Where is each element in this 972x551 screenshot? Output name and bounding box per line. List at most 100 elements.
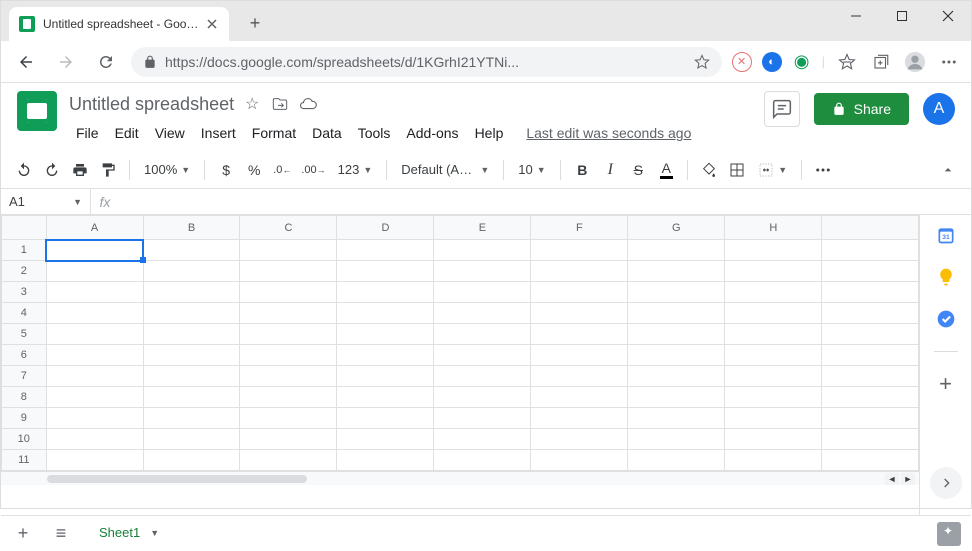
star-icon[interactable]: ☆ bbox=[242, 94, 262, 114]
account-avatar[interactable]: A bbox=[923, 93, 955, 125]
cell[interactable] bbox=[531, 387, 628, 408]
column-header[interactable]: C bbox=[240, 216, 337, 240]
cell[interactable] bbox=[240, 366, 337, 387]
back-button[interactable] bbox=[11, 47, 41, 77]
cell[interactable] bbox=[822, 345, 919, 366]
cell[interactable] bbox=[434, 408, 531, 429]
cell[interactable] bbox=[337, 240, 434, 261]
cell[interactable] bbox=[822, 240, 919, 261]
column-header[interactable]: E bbox=[434, 216, 531, 240]
comments-button[interactable] bbox=[764, 91, 800, 127]
cell[interactable] bbox=[143, 324, 240, 345]
browser-tab[interactable]: Untitled spreadsheet - Google Sh bbox=[9, 7, 229, 41]
cell[interactable] bbox=[822, 387, 919, 408]
zoom-select[interactable]: 100%▼ bbox=[138, 162, 196, 177]
column-header[interactable]: D bbox=[337, 216, 434, 240]
cell[interactable] bbox=[240, 324, 337, 345]
extension-blue-icon[interactable]: ◐ bbox=[762, 52, 782, 72]
cell[interactable] bbox=[337, 345, 434, 366]
cell[interactable] bbox=[337, 387, 434, 408]
profile-button[interactable] bbox=[903, 50, 927, 74]
cell[interactable] bbox=[434, 240, 531, 261]
row-header[interactable]: 3 bbox=[2, 282, 47, 303]
borders-button[interactable] bbox=[724, 157, 750, 183]
cell[interactable] bbox=[337, 303, 434, 324]
redo-button[interactable] bbox=[39, 157, 65, 183]
cell[interactable] bbox=[240, 408, 337, 429]
scroll-right-button[interactable]: ► bbox=[901, 473, 915, 485]
name-box[interactable]: A1▼ bbox=[1, 189, 91, 214]
cell[interactable] bbox=[434, 324, 531, 345]
menu-data[interactable]: Data bbox=[305, 121, 349, 145]
sheet-tab-active[interactable]: Sheet1 ▼ bbox=[87, 519, 171, 548]
chevron-down-icon[interactable]: ▼ bbox=[150, 528, 159, 538]
cell[interactable] bbox=[46, 282, 143, 303]
cell[interactable] bbox=[725, 303, 822, 324]
currency-button[interactable]: $ bbox=[213, 157, 239, 183]
cell[interactable] bbox=[531, 450, 628, 471]
collapse-toolbar-button[interactable] bbox=[935, 157, 961, 183]
get-addons-button[interactable]: + bbox=[936, 374, 956, 394]
cell[interactable] bbox=[725, 345, 822, 366]
cell[interactable] bbox=[434, 261, 531, 282]
collections-button[interactable] bbox=[869, 50, 893, 74]
cell[interactable] bbox=[143, 261, 240, 282]
row-header[interactable]: 6 bbox=[2, 345, 47, 366]
text-color-button[interactable]: A bbox=[653, 157, 679, 183]
forward-button[interactable] bbox=[51, 47, 81, 77]
column-header[interactable] bbox=[822, 216, 919, 240]
cell[interactable] bbox=[628, 366, 725, 387]
print-button[interactable] bbox=[67, 157, 93, 183]
tab-close-icon[interactable] bbox=[205, 17, 219, 31]
bold-button[interactable]: B bbox=[569, 157, 595, 183]
cell[interactable] bbox=[531, 240, 628, 261]
cell[interactable] bbox=[628, 303, 725, 324]
new-tab-button[interactable]: + bbox=[241, 9, 269, 37]
browser-menu-button[interactable] bbox=[937, 50, 961, 74]
paint-format-button[interactable] bbox=[95, 157, 121, 183]
cell[interactable] bbox=[143, 366, 240, 387]
menu-tools[interactable]: Tools bbox=[351, 121, 398, 145]
more-toolbar-button[interactable] bbox=[810, 157, 836, 183]
cell[interactable] bbox=[434, 450, 531, 471]
font-size-select[interactable]: 10▼ bbox=[512, 162, 552, 177]
cell[interactable] bbox=[46, 240, 143, 261]
add-sheet-button[interactable]: + bbox=[11, 523, 35, 544]
decrease-decimal-button[interactable]: .0← bbox=[269, 157, 295, 183]
menu-addons[interactable]: Add-ons bbox=[399, 121, 465, 145]
cell[interactable] bbox=[725, 429, 822, 450]
tasks-icon[interactable] bbox=[936, 309, 956, 329]
cell[interactable] bbox=[725, 366, 822, 387]
column-header[interactable]: A bbox=[46, 216, 143, 240]
cell[interactable] bbox=[822, 303, 919, 324]
cell[interactable] bbox=[531, 345, 628, 366]
cell[interactable] bbox=[434, 387, 531, 408]
cell[interactable] bbox=[628, 387, 725, 408]
url-box[interactable]: https://docs.google.com/spreadsheets/d/1… bbox=[131, 47, 722, 77]
cell[interactable] bbox=[143, 429, 240, 450]
cell[interactable] bbox=[46, 450, 143, 471]
cell[interactable] bbox=[628, 345, 725, 366]
doc-title[interactable]: Untitled spreadsheet bbox=[69, 94, 234, 115]
cell[interactable] bbox=[628, 450, 725, 471]
sheets-logo-icon[interactable] bbox=[17, 91, 57, 131]
keep-icon[interactable] bbox=[936, 267, 956, 287]
increase-decimal-button[interactable]: .00→ bbox=[297, 157, 329, 183]
cell[interactable] bbox=[337, 324, 434, 345]
cell[interactable] bbox=[725, 324, 822, 345]
cell[interactable] bbox=[822, 366, 919, 387]
cell[interactable] bbox=[434, 282, 531, 303]
column-header[interactable]: F bbox=[531, 216, 628, 240]
column-header[interactable]: H bbox=[725, 216, 822, 240]
cell[interactable] bbox=[46, 366, 143, 387]
hide-sidepanel-button[interactable] bbox=[930, 467, 962, 499]
scrollbar-thumb[interactable] bbox=[47, 475, 307, 483]
move-folder-icon[interactable] bbox=[270, 94, 290, 114]
cell[interactable] bbox=[143, 345, 240, 366]
font-select[interactable]: Default (Ari...▼ bbox=[395, 162, 495, 177]
cell[interactable] bbox=[143, 408, 240, 429]
cell[interactable] bbox=[240, 261, 337, 282]
menu-insert[interactable]: Insert bbox=[194, 121, 243, 145]
cell[interactable] bbox=[143, 450, 240, 471]
cell[interactable] bbox=[434, 345, 531, 366]
